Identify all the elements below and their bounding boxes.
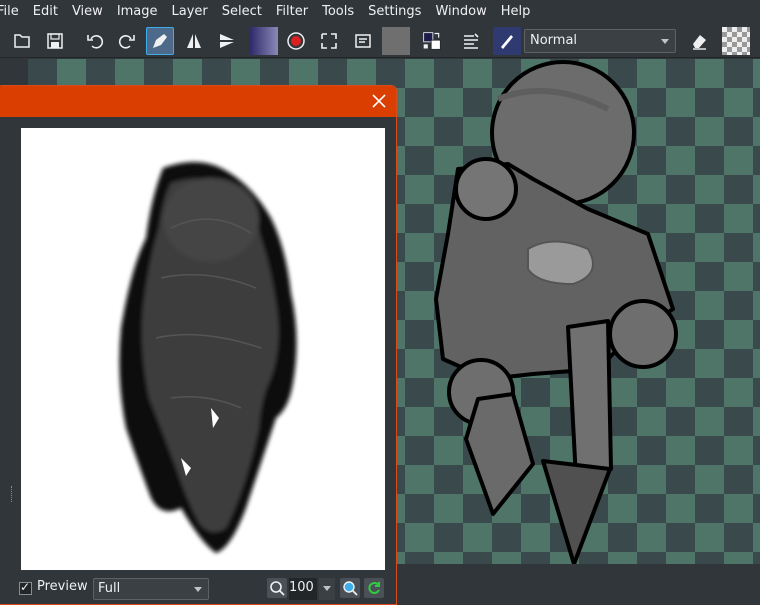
dialog-footer: Preview Full 100 % [0, 578, 396, 604]
layer-properties-icon[interactable] [349, 27, 377, 55]
menu-file[interactable]: File [0, 0, 26, 24]
mirror-horizontal-icon[interactable] [180, 27, 208, 55]
chevron-down-icon [661, 39, 669, 44]
zoom-dropdown[interactable] [319, 578, 335, 600]
preview-checkbox[interactable] [19, 580, 32, 595]
menu-settings[interactable]: Settings [361, 0, 428, 24]
blend-mode-select[interactable]: Normal [524, 29, 676, 53]
save-icon[interactable] [41, 27, 69, 55]
chevron-down-icon [323, 586, 331, 591]
heart-decoration [527, 240, 594, 286]
pattern-icon[interactable] [382, 27, 410, 55]
close-icon[interactable] [370, 92, 388, 110]
gradient-icon[interactable] [250, 27, 278, 55]
menu-layer[interactable]: Layer [165, 0, 215, 24]
resize-handle[interactable] [11, 486, 14, 502]
preview-label: Preview [37, 579, 88, 594]
filter-dialog: Preview Full 100 % [0, 85, 397, 605]
new-document-icon[interactable] [8, 27, 36, 55]
eraser-icon[interactable] [685, 27, 713, 55]
redo-icon[interactable] [113, 27, 141, 55]
resolution-value: Full [98, 581, 121, 596]
transparency-icon[interactable] [722, 27, 750, 55]
transform-icon[interactable] [315, 27, 343, 55]
menu-bar: File Edit View Image Layer Select Filter… [0, 0, 760, 24]
menu-filter[interactable]: Filter [269, 0, 315, 24]
zoom-icon[interactable] [267, 578, 287, 598]
menu-select[interactable]: Select [215, 0, 269, 24]
refresh-icon[interactable] [364, 578, 384, 598]
record-icon[interactable] [282, 27, 310, 55]
brush-settings-icon[interactable] [457, 27, 485, 55]
preview-image [119, 162, 297, 553]
zoom-input[interactable]: 100 % [289, 578, 317, 600]
zoom-value: 100 % [289, 580, 314, 595]
resolution-select[interactable]: Full [93, 578, 209, 600]
status-strip [396, 564, 760, 593]
brush-tip-icon[interactable] [493, 27, 521, 55]
color-swap-icon[interactable] [418, 27, 446, 55]
menu-image[interactable]: Image [110, 0, 165, 24]
filter-preview [21, 128, 385, 570]
mirror-vertical-icon[interactable] [213, 27, 241, 55]
menu-tools[interactable]: Tools [315, 0, 361, 24]
zoom-fit-icon[interactable] [340, 578, 360, 598]
menu-edit[interactable]: Edit [26, 0, 65, 24]
brush-preset-icon[interactable] [146, 27, 174, 55]
undo-icon[interactable] [81, 27, 109, 55]
menu-view[interactable]: View [65, 0, 110, 24]
menu-window[interactable]: Window [428, 0, 493, 24]
chevron-down-icon [194, 587, 202, 592]
blend-mode-value: Normal [530, 33, 578, 48]
menu-help[interactable]: Help [494, 0, 538, 24]
dialog-titlebar [0, 86, 396, 117]
